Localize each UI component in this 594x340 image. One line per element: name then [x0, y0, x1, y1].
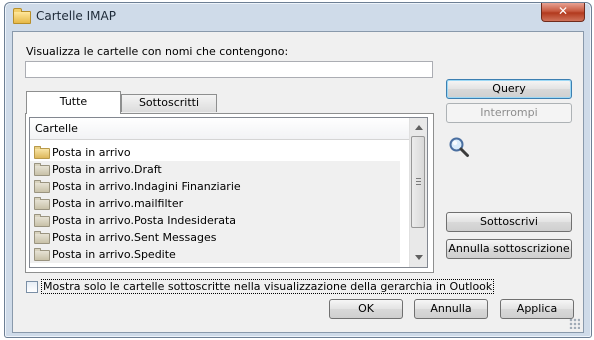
filter-label: Visualizza le cartelle con nomi che cont… — [26, 45, 289, 58]
folder-name: Posta in arrivo.Posta Indesiderata — [52, 214, 237, 227]
folder-grey-icon — [34, 180, 50, 193]
scrollbar-thumb[interactable] — [411, 136, 425, 228]
folder-filter-input[interactable] — [25, 61, 433, 78]
folder-icon — [13, 8, 31, 24]
folder-name: Posta in arrivo.Sent Messages — [52, 231, 217, 244]
folder-name: Posta in arrivo.Indagini Finanziarie — [52, 180, 241, 193]
folder-list[interactable]: Cartelle Posta in arrivo Posta in arrivo… — [29, 117, 428, 268]
folder-grey-icon — [34, 231, 50, 244]
dialog-body: Visualizza le cartelle con nomi che cont… — [12, 31, 584, 333]
title-bar[interactable]: Cartelle IMAP ✕ — [5, 3, 591, 29]
folder-rows: Posta in arrivo Posta in arrivo.Draft Po… — [30, 144, 400, 263]
vertical-scrollbar[interactable] — [409, 118, 427, 267]
query-button[interactable]: Query — [446, 79, 572, 99]
search-icon — [449, 137, 469, 157]
apply-button[interactable]: Applica — [500, 299, 574, 319]
folder-grey-icon — [34, 214, 50, 227]
folder-grey-icon — [34, 163, 50, 176]
scroll-up-icon[interactable] — [413, 120, 424, 134]
stop-button[interactable]: Interrompi — [446, 103, 572, 123]
list-item[interactable]: Posta in arrivo.mailfilter — [30, 195, 400, 212]
tab-subscribed[interactable]: Sottoscritti — [121, 94, 217, 112]
subscribed-only-label[interactable]: Mostra solo le cartelle sottoscritte nel… — [40, 279, 495, 294]
column-header-folders[interactable]: Cartelle — [30, 118, 411, 140]
folder-name: Posta in arrivo.Draft — [52, 163, 162, 176]
list-item[interactable]: Posta in arrivo — [30, 144, 400, 161]
list-item[interactable]: Posta in arrivo.Draft — [30, 161, 400, 178]
list-item[interactable]: Posta in arrivo.Sent Messages — [30, 229, 400, 246]
list-item[interactable]: Posta in arrivo.Indagini Finanziarie — [30, 178, 400, 195]
ok-button[interactable]: OK — [329, 299, 403, 319]
close-button[interactable]: ✕ — [541, 3, 585, 22]
folder-grey-icon — [34, 248, 50, 261]
imap-folders-dialog: Cartelle IMAP ✕ Visualizza le cartelle c… — [4, 2, 592, 338]
subscribed-only-checkbox[interactable] — [26, 281, 38, 293]
subscribe-button[interactable]: Sottoscrivi — [446, 212, 572, 232]
grip-icon — [416, 178, 421, 185]
folder-name: Posta in arrivo.mailfilter — [52, 197, 184, 210]
tab-all[interactable]: Tutte — [26, 91, 121, 114]
folder-name: Posta in arrivo — [52, 146, 131, 159]
list-item[interactable]: Posta in arrivo.Posta Indesiderata — [30, 212, 400, 229]
folder-name: Posta in arrivo.Spedite — [52, 248, 176, 261]
list-item[interactable]: Posta in arrivo.Spedite — [30, 246, 400, 263]
column-header-label: Cartelle — [35, 122, 78, 135]
folder-icon — [34, 146, 50, 159]
scroll-down-icon[interactable] — [413, 251, 424, 265]
cancel-button[interactable]: Annulla — [414, 299, 488, 319]
resize-grip-icon[interactable] — [569, 318, 580, 329]
window-title: Cartelle IMAP — [36, 9, 116, 23]
folder-grey-icon — [34, 197, 50, 210]
unsubscribe-button[interactable]: Annulla sottoscrizione — [446, 239, 572, 259]
